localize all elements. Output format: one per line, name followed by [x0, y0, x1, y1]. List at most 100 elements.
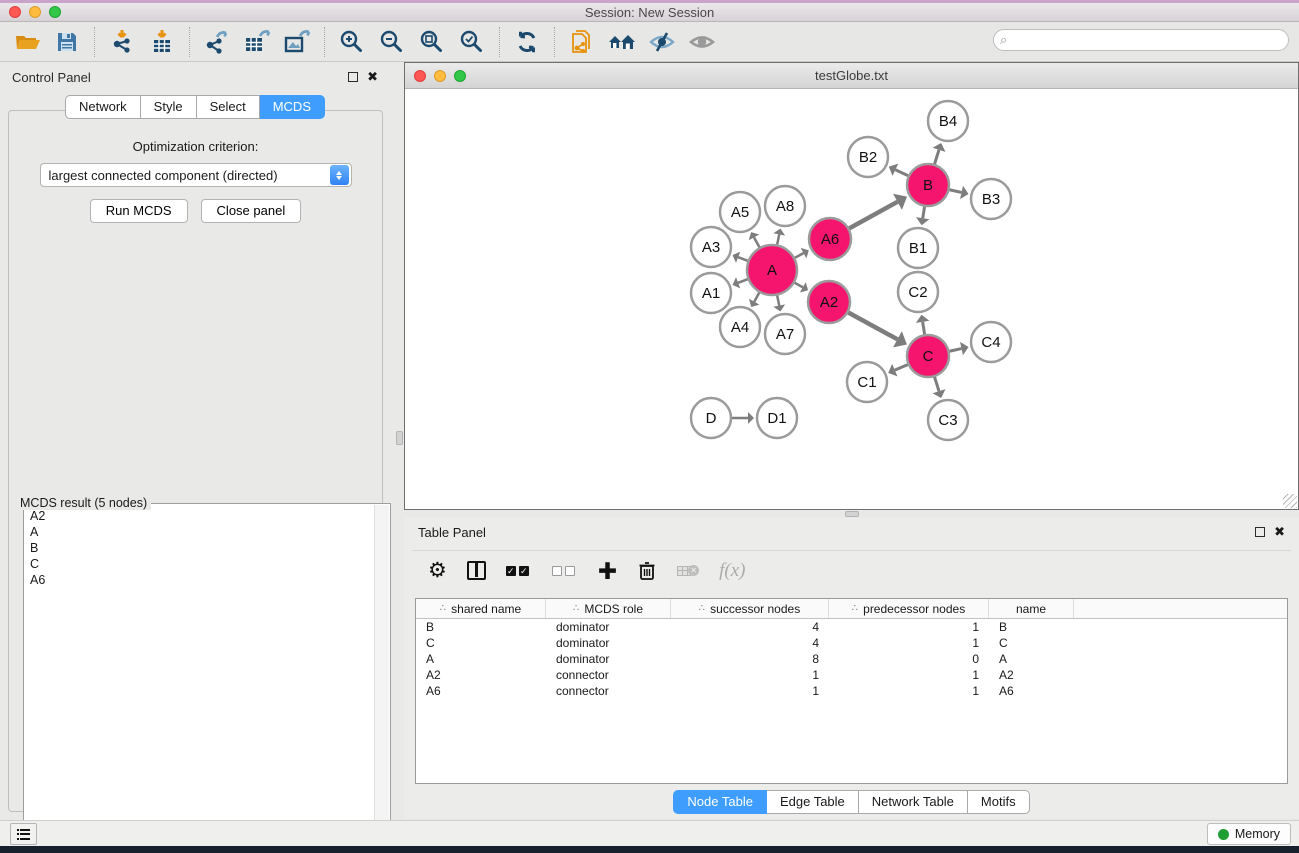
node-A8[interactable]: A8 — [765, 186, 805, 226]
export-network-button[interactable] — [200, 26, 234, 58]
table-row[interactable]: Cdominator41C — [416, 635, 1287, 651]
task-history-button[interactable] — [10, 823, 37, 845]
table-cell[interactable]: A6 — [989, 683, 1074, 699]
table-cell[interactable]: 1 — [829, 635, 989, 651]
table-cell[interactable]: B — [989, 619, 1074, 635]
node-table-header[interactable]: ∴shared name∴MCDS role∴successor nodes∴p… — [416, 599, 1287, 619]
column-header[interactable]: ∴shared name — [416, 599, 546, 618]
node-A7[interactable]: A7 — [765, 314, 805, 354]
edge-B-B4[interactable] — [935, 150, 939, 164]
edge-C-C1[interactable] — [895, 365, 908, 371]
float-panel-icon[interactable] — [348, 72, 358, 82]
node-D[interactable]: D — [691, 398, 731, 438]
table-row[interactable]: Adominator80A — [416, 651, 1287, 667]
edge-A-A1[interactable] — [738, 279, 748, 283]
table-cell[interactable]: A6 — [416, 683, 546, 699]
save-session-button[interactable] — [50, 26, 84, 58]
add-column-button[interactable]: ✚ — [598, 561, 617, 581]
float-table-panel-icon[interactable] — [1255, 527, 1265, 537]
table-cell[interactable]: B — [416, 619, 546, 635]
tab-node-table[interactable]: Node Table — [673, 790, 767, 814]
import-network-button[interactable] — [105, 26, 139, 58]
edge-A-A2[interactable] — [795, 283, 803, 288]
hide-selected-button[interactable] — [645, 26, 679, 58]
table-cell[interactable]: C — [989, 635, 1074, 651]
table-cell[interactable]: A2 — [989, 667, 1074, 683]
mcds-result-item[interactable]: A — [26, 524, 372, 540]
new-network-from-selection-button[interactable] — [565, 26, 599, 58]
tab-network[interactable]: Network — [65, 95, 141, 119]
close-panel-icon[interactable]: ✖ — [367, 72, 378, 82]
table-cell[interactable]: 1 — [829, 683, 989, 699]
mcds-result-list[interactable]: A2ABCA6 — [26, 508, 372, 838]
node-B3[interactable]: B3 — [971, 179, 1011, 219]
node-B2[interactable]: B2 — [848, 137, 888, 177]
edge-A-A4[interactable] — [754, 293, 759, 302]
column-header[interactable]: ∴successor nodes — [671, 599, 829, 618]
table-cell[interactable]: 4 — [671, 619, 829, 635]
edge-C-C3[interactable] — [935, 377, 939, 391]
node-A3[interactable]: A3 — [691, 227, 731, 267]
delete-column-button[interactable] — [637, 560, 657, 582]
table-settings-button[interactable]: ⚙ — [428, 558, 447, 583]
edge-A6-B[interactable] — [849, 202, 897, 229]
table-row[interactable]: A2connector11A2 — [416, 667, 1287, 683]
node-B1[interactable]: B1 — [898, 228, 938, 268]
column-header[interactable]: name — [989, 599, 1074, 618]
close-panel-button[interactable]: Close panel — [201, 199, 302, 223]
network-graph[interactable]: AA1A2A3A4A5A6A7A8BB1B2B3B4CC1C2C3C4DD1 — [405, 89, 1298, 509]
import-table-button[interactable] — [145, 26, 179, 58]
edge-A2-C[interactable] — [848, 313, 897, 340]
node-A[interactable]: A — [747, 245, 797, 295]
edge-C-C2[interactable] — [923, 322, 925, 334]
table-cell[interactable]: 4 — [671, 635, 829, 651]
search-input[interactable] — [993, 29, 1289, 51]
zoom-selected-button[interactable] — [455, 26, 489, 58]
refresh-button[interactable] — [510, 26, 544, 58]
node-A2[interactable]: A2 — [808, 281, 850, 323]
vertical-splitter-handle[interactable] — [396, 431, 403, 445]
first-neighbors-button[interactable] — [605, 26, 639, 58]
close-table-panel-icon[interactable]: ✖ — [1274, 527, 1285, 537]
export-table-button[interactable] — [240, 26, 274, 58]
tab-edge-table[interactable]: Edge Table — [767, 790, 859, 814]
edge-B-B2[interactable] — [895, 170, 908, 176]
table-row[interactable]: A6connector11A6 — [416, 683, 1287, 699]
table-cell[interactable]: dominator — [546, 619, 671, 635]
edge-C-C4[interactable] — [949, 349, 961, 352]
run-mcds-button[interactable]: Run MCDS — [90, 199, 188, 223]
memory-button[interactable]: Memory — [1207, 823, 1291, 845]
delete-table-button[interactable]: ✕ — [677, 565, 699, 576]
open-file-button[interactable] — [10, 26, 44, 58]
node-C[interactable]: C — [907, 335, 949, 377]
select-all-button[interactable]: ✓✓ — [506, 566, 532, 576]
node-B[interactable]: B — [907, 164, 949, 206]
edge-A-A5[interactable] — [754, 237, 759, 247]
table-cell[interactable]: 1 — [671, 683, 829, 699]
table-cell[interactable]: connector — [546, 667, 671, 683]
column-header[interactable]: ∴predecessor nodes — [829, 599, 989, 618]
node-table[interactable]: ∴shared name∴MCDS role∴successor nodes∴p… — [415, 598, 1288, 784]
node-C4[interactable]: C4 — [971, 322, 1011, 362]
function-builder-button[interactable]: f(x) — [719, 560, 745, 582]
edge-B-B1[interactable] — [923, 207, 925, 218]
tab-select[interactable]: Select — [197, 95, 260, 119]
node-C1[interactable]: C1 — [847, 362, 887, 402]
table-cell[interactable]: C — [416, 635, 546, 651]
node-B4[interactable]: B4 — [928, 101, 968, 141]
node-A4[interactable]: A4 — [720, 307, 760, 347]
mcds-result-scrollbar[interactable] — [374, 505, 389, 839]
column-header[interactable]: ∴MCDS role — [546, 599, 671, 618]
network-window-titlebar[interactable]: testGlobe.txt — [405, 63, 1298, 89]
zoom-in-button[interactable] — [335, 26, 369, 58]
node-A6[interactable]: A6 — [809, 218, 851, 260]
edge-A-A7[interactable] — [777, 295, 779, 305]
table-cell[interactable]: dominator — [546, 635, 671, 651]
table-cell[interactable]: dominator — [546, 651, 671, 667]
split-view-button[interactable] — [467, 561, 486, 580]
network-canvas[interactable]: AA1A2A3A4A5A6A7A8BB1B2B3B4CC1C2C3C4DD1 — [405, 89, 1298, 509]
table-cell[interactable]: A — [416, 651, 546, 667]
tab-network-table[interactable]: Network Table — [859, 790, 968, 814]
tab-motifs[interactable]: Motifs — [968, 790, 1030, 814]
mcds-result-item[interactable]: C — [26, 556, 372, 572]
